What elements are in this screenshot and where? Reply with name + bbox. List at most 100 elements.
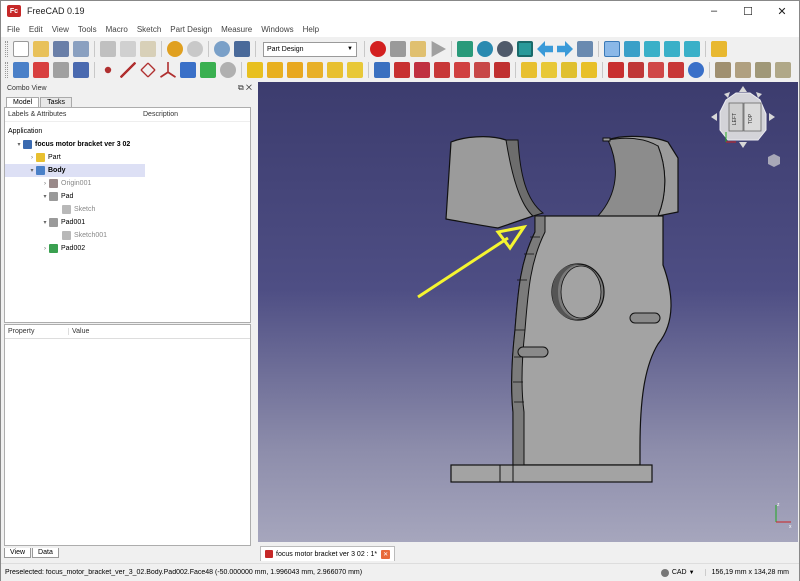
toolbar-grip[interactable] <box>5 41 8 57</box>
mirrored-icon[interactable] <box>521 62 537 78</box>
datum-point-icon[interactable] <box>104 66 112 74</box>
fit-all-icon[interactable] <box>457 41 473 57</box>
navcube-down-arrow-icon[interactable] <box>739 142 747 148</box>
tree-item-pad[interactable]: ▾ Pad <box>5 190 73 203</box>
fit-selection-icon[interactable] <box>477 41 493 57</box>
edit-macro-icon[interactable] <box>410 41 426 57</box>
menu-measure[interactable]: Measure <box>221 25 252 34</box>
tree-item-focus-motor-bracket-ver-3-02[interactable]: ▾ focus motor bracket ver 3 02 <box>5 138 130 151</box>
datum-plane-icon[interactable] <box>140 62 156 78</box>
tab-view[interactable]: View <box>4 548 32 558</box>
run-macro-icon[interactable] <box>431 41 446 57</box>
right-clip-inner[interactable] <box>596 137 666 217</box>
menu-sketch[interactable]: Sketch <box>137 25 161 34</box>
tree-item-origin001[interactable]: › Origin001 <box>5 177 91 190</box>
chevron-right-icon[interactable]: › <box>41 181 49 187</box>
multi-transform-icon[interactable] <box>581 62 597 78</box>
chevron-down-icon[interactable]: ▾ <box>15 141 23 148</box>
navcube-right-arrow-icon[interactable] <box>769 113 775 121</box>
redo-icon[interactable] <box>187 41 203 57</box>
navcube-menu-icon[interactable] <box>768 154 780 167</box>
close-tab-icon[interactable]: ✕ <box>381 549 391 559</box>
menu-windows[interactable]: Windows <box>261 25 293 34</box>
chevron-right-icon[interactable]: › <box>41 246 49 252</box>
arrow-left-icon[interactable] <box>537 41 553 57</box>
chamfer-icon[interactable] <box>628 62 644 78</box>
tree-item-sketch001[interactable]: Sketch001 <box>5 229 107 242</box>
undo-icon[interactable] <box>167 41 183 57</box>
navcube-rotate-left-icon[interactable] <box>724 92 730 98</box>
draft-icon[interactable] <box>648 62 664 78</box>
workbench-selector[interactable]: Part Design ▼ <box>263 41 357 57</box>
sprocket-icon[interactable] <box>715 62 731 78</box>
additive-helix-icon[interactable] <box>327 62 343 78</box>
tree-item-part[interactable]: › Part <box>5 151 61 164</box>
datum-line-icon[interactable] <box>120 62 136 78</box>
subtractive-loft-icon[interactable] <box>434 62 450 78</box>
refresh-icon[interactable] <box>214 41 230 57</box>
mount-slot-right[interactable] <box>629 312 661 324</box>
polar-pattern-icon[interactable] <box>561 62 577 78</box>
chevron-down-icon[interactable]: ▾ <box>41 219 49 226</box>
tree-header-labels[interactable]: Labels & Attributes <box>5 111 143 118</box>
chevron-down-icon[interactable]: ▾ <box>28 167 36 174</box>
save-icon[interactable] <box>53 41 69 57</box>
panel-float-close-icon[interactable]: ⧉ ✕ <box>238 83 252 93</box>
open-file-icon[interactable] <box>33 41 49 57</box>
create-sketch-icon[interactable] <box>33 62 49 78</box>
whats-this-icon[interactable] <box>234 41 250 57</box>
pocket-icon[interactable] <box>374 62 390 78</box>
attach-sketch-icon[interactable] <box>53 62 69 78</box>
fillet-icon[interactable] <box>608 62 624 78</box>
tree-header-description[interactable]: Description <box>143 111 178 118</box>
minimize-button[interactable]: – <box>697 1 731 21</box>
additive-pipe-icon[interactable] <box>307 62 323 78</box>
menu-part-design[interactable]: Part Design <box>170 25 212 34</box>
navcube-up-arrow-icon[interactable] <box>739 86 747 92</box>
bracket-base[interactable] <box>450 464 653 483</box>
revolution-icon[interactable] <box>267 62 283 78</box>
chevron-down-icon[interactable]: ▾ <box>41 193 49 200</box>
subtractive-primitive-icon[interactable] <box>494 62 510 78</box>
create-body-icon[interactable] <box>13 62 29 78</box>
paste-icon[interactable] <box>140 41 156 57</box>
right-view-icon[interactable] <box>684 41 700 57</box>
linear-pattern-icon[interactable] <box>541 62 557 78</box>
shaft-wizard-icon[interactable] <box>755 62 771 78</box>
menu-tools[interactable]: Tools <box>78 25 97 34</box>
bounding-box-icon[interactable] <box>517 41 533 57</box>
top-view-icon[interactable] <box>664 41 680 57</box>
pad-icon[interactable] <box>247 62 263 78</box>
groove-icon[interactable] <box>414 62 430 78</box>
front-view-icon[interactable] <box>644 41 660 57</box>
mount-slot-left[interactable] <box>517 346 549 358</box>
property-header[interactable]: Property <box>5 328 69 335</box>
tree-item-pad002[interactable]: › Pad002 <box>5 242 85 255</box>
zoom-icon[interactable] <box>604 41 620 57</box>
clone-icon[interactable] <box>220 62 236 78</box>
sync-view-icon[interactable] <box>577 41 593 57</box>
tree-item-sketch[interactable]: Sketch <box>5 203 95 216</box>
value-header[interactable]: Value <box>69 328 89 335</box>
save-as-icon[interactable] <box>73 41 89 57</box>
navigation-cube[interactable]: LEFT TOP <box>711 86 780 167</box>
navcube-left-arrow-icon[interactable] <box>711 113 717 121</box>
subshape-binder-icon[interactable] <box>200 62 216 78</box>
hole-icon[interactable] <box>394 62 410 78</box>
navigation-style-button[interactable]: CAD ▼ <box>660 568 695 577</box>
new-file-icon[interactable] <box>13 41 29 57</box>
document-tab[interactable]: focus motor bracket ver 3 02 : 1* ✕ <box>260 546 396 561</box>
part-container-icon[interactable] <box>711 41 727 57</box>
tree-item-application[interactable]: Application <box>5 125 42 138</box>
bracket-model[interactable]: LEFT TOP z x <box>258 82 798 542</box>
close-button[interactable]: ✕ <box>765 1 799 21</box>
menu-macro[interactable]: Macro <box>106 25 128 34</box>
tree-item-body[interactable]: ▾ Body <box>5 164 145 177</box>
subtractive-pipe-icon[interactable] <box>454 62 470 78</box>
tab-model[interactable]: Model <box>6 97 40 107</box>
subtractive-helix-icon[interactable] <box>474 62 490 78</box>
copy-icon[interactable] <box>120 41 136 57</box>
arrow-right-icon[interactable] <box>557 41 573 57</box>
additive-loft-icon[interactable] <box>287 62 303 78</box>
menu-edit[interactable]: Edit <box>29 25 43 34</box>
